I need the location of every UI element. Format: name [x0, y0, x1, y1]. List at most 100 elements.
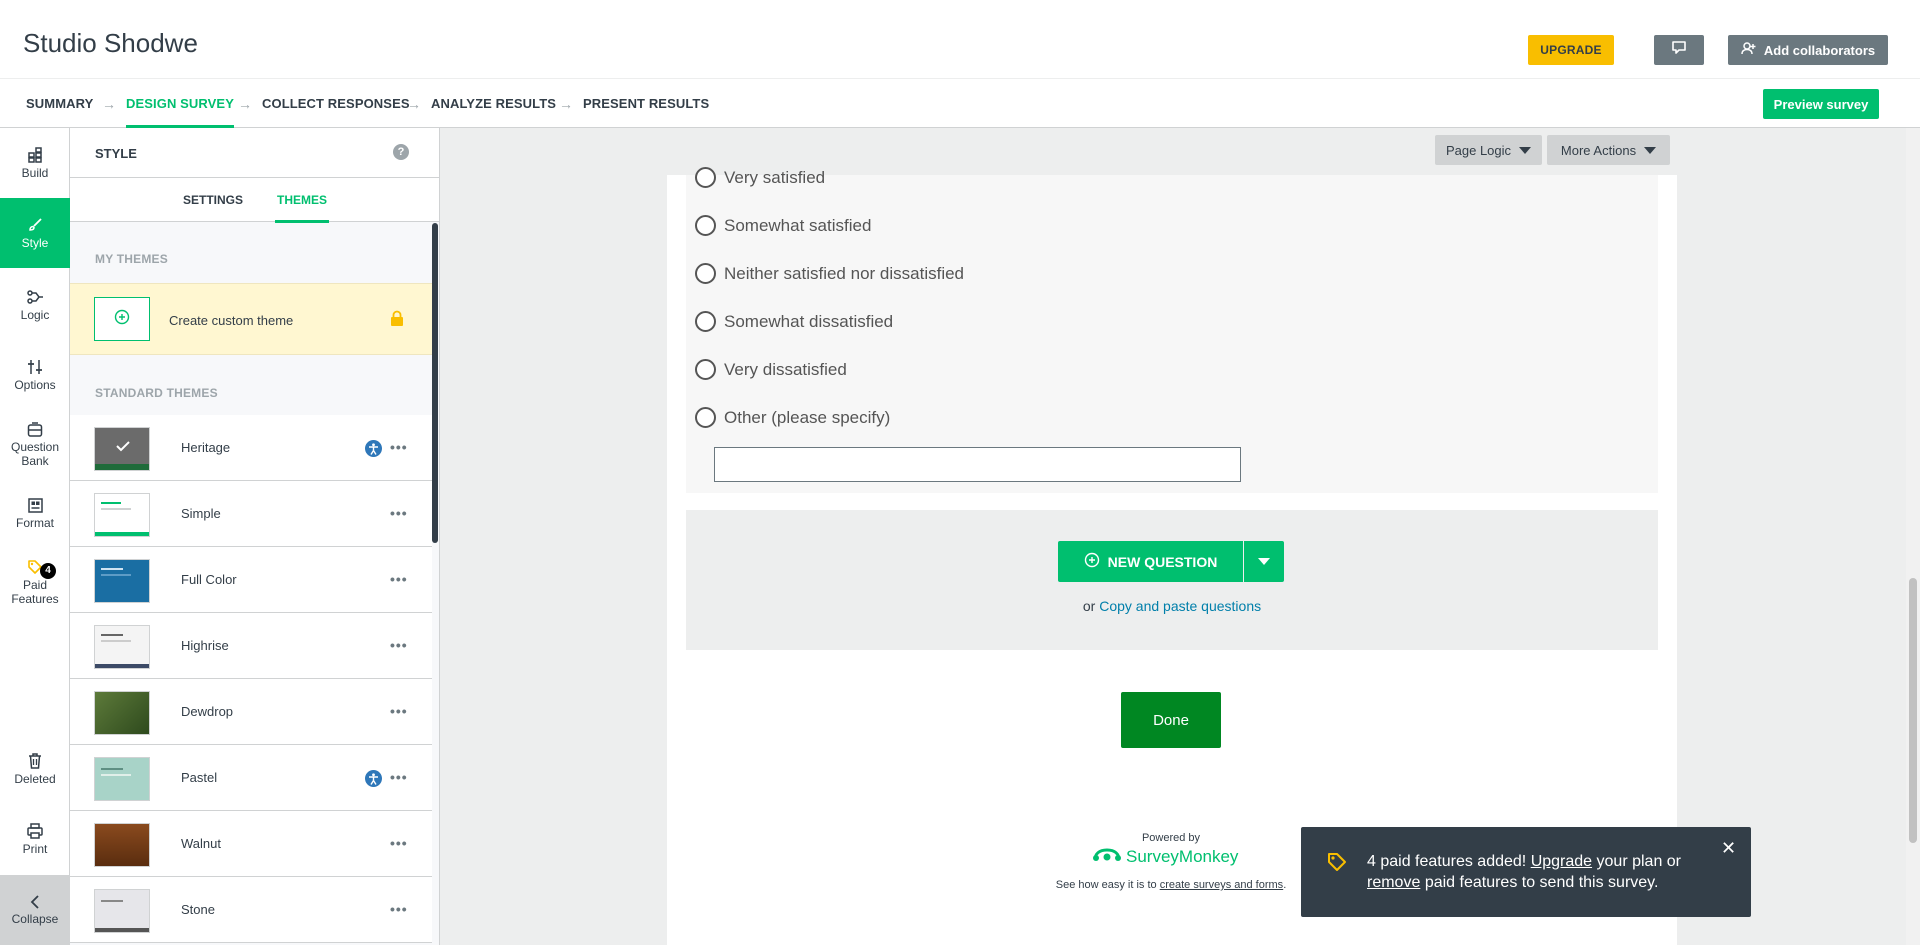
theme-pastel[interactable]: Pastel •••: [70, 745, 432, 811]
rail-format[interactable]: Format: [0, 496, 70, 530]
create-surveys-link[interactable]: create surveys and forms: [1160, 879, 1284, 891]
choice-option[interactable]: Very satisfied: [695, 167, 825, 188]
preview-survey-button[interactable]: Preview survey: [1763, 89, 1879, 119]
choice-option[interactable]: Somewhat dissatisfied: [695, 311, 893, 332]
other-specify-input[interactable]: [714, 447, 1241, 482]
more-actions-button[interactable]: More Actions: [1547, 135, 1670, 165]
rail-style-label: Style: [21, 236, 49, 250]
radio-button[interactable]: [695, 263, 716, 284]
arrow-right-icon: →: [238, 96, 252, 112]
nav-summary[interactable]: SUMMARY: [26, 79, 93, 128]
radio-button[interactable]: [695, 215, 716, 236]
comments-button[interactable]: [1654, 35, 1704, 65]
rail-print[interactable]: Print: [0, 822, 70, 856]
more-options-icon[interactable]: •••: [390, 637, 408, 653]
choice-option[interactable]: Very dissatisfied: [695, 359, 847, 380]
survey-title[interactable]: Studio Shodwe: [23, 28, 198, 59]
rail-print-label: Print: [22, 842, 48, 856]
heritage-thumbnail: [94, 427, 150, 471]
more-options-icon[interactable]: •••: [390, 703, 408, 719]
theme-name: Stone: [181, 902, 215, 917]
check-icon: [116, 441, 130, 452]
rail-logic[interactable]: Logic: [0, 288, 70, 322]
theme-highrise[interactable]: Highrise •••: [70, 613, 432, 679]
nav-present-results[interactable]: PRESENT RESULTS: [583, 79, 709, 128]
more-options-icon[interactable]: •••: [390, 835, 408, 851]
theme-walnut[interactable]: Walnut •••: [70, 811, 432, 877]
panel-header: STYLE ?: [70, 128, 439, 178]
panel-scrollbar[interactable]: [432, 223, 438, 543]
rail-paid-features[interactable]: 4 Paid Features: [0, 558, 70, 606]
rail-build-label: Build: [21, 166, 49, 180]
pastel-thumbnail: [94, 757, 150, 801]
theme-full-color[interactable]: Full Color •••: [70, 547, 432, 613]
caret-down-icon: [1644, 146, 1657, 154]
rail-options-label: Options: [14, 378, 56, 392]
page-logic-label: Page Logic: [1445, 142, 1512, 158]
theme-name: Walnut: [181, 836, 221, 851]
done-button[interactable]: Done: [1121, 692, 1221, 748]
nav-design-survey[interactable]: DESIGN SURVEY: [126, 79, 234, 128]
new-question-button[interactable]: NEW QUESTION: [1058, 541, 1243, 582]
more-options-icon[interactable]: •••: [390, 439, 408, 455]
copy-paste-link[interactable]: Copy and paste questions: [1099, 598, 1261, 614]
page-logic-button[interactable]: Page Logic: [1435, 135, 1542, 165]
rail-options[interactable]: Options: [0, 358, 70, 392]
see-how-prefix: See how easy it is to: [1055, 879, 1157, 891]
more-options-icon[interactable]: •••: [390, 571, 408, 587]
help-icon[interactable]: ?: [393, 144, 409, 160]
nav-analyze-results[interactable]: ANALYZE RESULTS: [431, 79, 556, 128]
upgrade-button[interactable]: UPGRADE: [1528, 35, 1614, 65]
theme-dewdrop[interactable]: Dewdrop •••: [70, 679, 432, 745]
more-options-icon[interactable]: •••: [390, 901, 408, 917]
tab-settings[interactable]: SETTINGS: [183, 178, 243, 222]
more-options-icon[interactable]: •••: [390, 505, 408, 521]
more-options-icon[interactable]: •••: [390, 769, 408, 785]
surveymonkey-logo[interactable]: SurveyMonkey: [1092, 845, 1238, 868]
theme-name: Dewdrop: [181, 704, 234, 719]
tab-themes[interactable]: THEMES: [275, 178, 330, 223]
full-color-thumbnail: [94, 559, 150, 603]
paid-features-badge: 4: [40, 563, 56, 579]
theme-stone[interactable]: Stone •••: [70, 877, 432, 943]
rail-logic-label: Logic: [20, 308, 50, 322]
comment-icon: [1672, 41, 1686, 59]
theme-heritage[interactable]: Heritage •••: [70, 415, 432, 481]
rail-format-label: Format: [15, 516, 54, 530]
page-scrollbar[interactable]: [1906, 128, 1920, 945]
collapse-button[interactable]: Collapse: [0, 875, 70, 945]
theme-simple[interactable]: Simple •••: [70, 481, 432, 547]
toast-text-3: paid features to send this survey.: [1424, 874, 1659, 891]
upgrade-link[interactable]: Upgrade: [1531, 853, 1592, 870]
rail-build[interactable]: Build: [0, 146, 70, 180]
choice-label: Somewhat dissatisfied: [724, 311, 894, 331]
panel-tabs: SETTINGS THEMES: [70, 178, 439, 223]
nav-collect-responses[interactable]: COLLECT RESPONSES: [262, 79, 410, 128]
close-icon[interactable]: ✕: [1721, 838, 1736, 859]
rail-deleted[interactable]: Deleted: [0, 752, 70, 786]
choice-option[interactable]: Other (please specify): [695, 407, 890, 428]
print-icon: [27, 822, 43, 840]
choice-option[interactable]: Neither satisfied nor dissatisfied: [695, 263, 964, 284]
rail-question-bank[interactable]: Question Bank: [0, 420, 70, 468]
page-scrollbar-thumb[interactable]: [1909, 578, 1917, 843]
add-collaborators-button[interactable]: Add collaborators: [1728, 35, 1888, 65]
radio-button[interactable]: [695, 407, 716, 428]
rail-style[interactable]: Style: [0, 198, 70, 268]
new-question-dropdown[interactable]: [1244, 541, 1284, 582]
arrow-right-icon: →: [407, 96, 421, 112]
remove-link[interactable]: remove: [1367, 874, 1420, 891]
radio-button[interactable]: [695, 167, 716, 188]
brush-icon: [27, 216, 43, 234]
see-how-suffix: .: [1283, 879, 1287, 891]
stone-thumbnail: [94, 889, 150, 933]
choice-option[interactable]: Somewhat satisfied: [695, 215, 871, 236]
simple-thumbnail: [94, 493, 150, 537]
theme-name: Simple: [181, 506, 221, 521]
create-custom-theme[interactable]: Create custom theme: [70, 283, 432, 355]
radio-button[interactable]: [695, 311, 716, 332]
surveymonkey-icon: [1092, 845, 1122, 868]
accessibility-icon: [365, 770, 382, 787]
rail-paid-features-label: Paid Features: [11, 578, 59, 606]
radio-button[interactable]: [695, 359, 716, 380]
